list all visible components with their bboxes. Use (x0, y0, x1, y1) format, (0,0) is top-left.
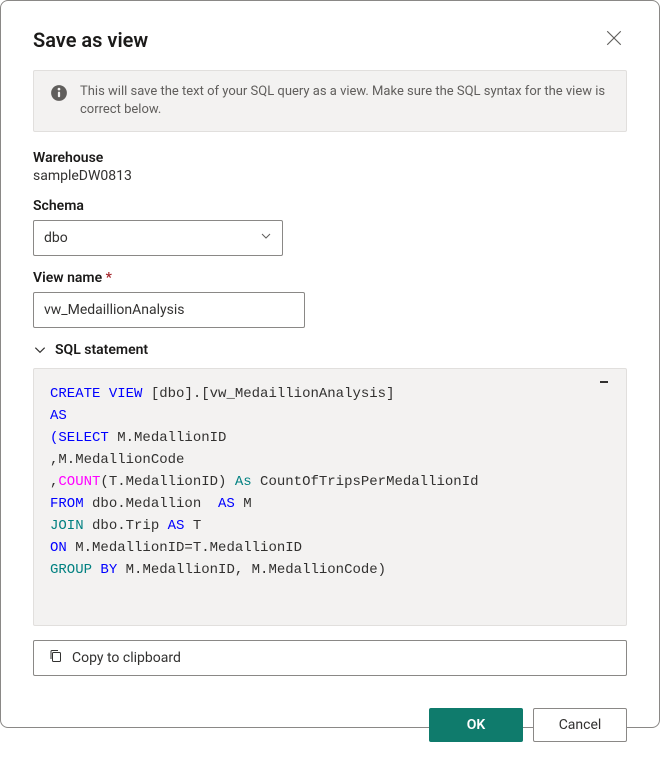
save-as-view-dialog: Save as view This will save the text of … (0, 0, 660, 728)
warehouse-value: sampleDW0813 (33, 168, 627, 184)
warehouse-label: Warehouse (33, 150, 627, 166)
dialog-footer: OK Cancel (1, 692, 659, 766)
copy-button-label: Copy to clipboard (72, 650, 181, 666)
copy-icon (48, 648, 64, 668)
view-name-input[interactable] (44, 302, 294, 318)
info-banner: This will save the text of your SQL quer… (33, 70, 627, 132)
close-button[interactable] (601, 25, 627, 54)
close-icon (605, 29, 623, 50)
schema-label: Schema (33, 198, 627, 214)
cancel-button[interactable]: Cancel (533, 708, 627, 742)
copy-to-clipboard-button[interactable]: Copy to clipboard (33, 640, 627, 676)
dialog-title: Save as view (33, 28, 148, 52)
sql-section-toggle[interactable]: SQL statement (33, 342, 627, 358)
chevron-down-icon (33, 343, 47, 357)
chevron-down-icon (260, 230, 272, 246)
info-icon (50, 84, 68, 102)
sql-statement-box[interactable]: CREATE VIEW [dbo].[vw_MedaillionAnalysis… (33, 368, 627, 626)
schema-select[interactable]: dbo (33, 220, 283, 256)
schema-selected-value: dbo (44, 230, 68, 246)
sql-section-label: SQL statement (55, 342, 148, 358)
info-message: This will save the text of your SQL quer… (80, 83, 610, 119)
dialog-header: Save as view (1, 1, 659, 70)
ok-button[interactable]: OK (429, 708, 523, 742)
text-cursor (600, 381, 608, 383)
required-asterisk: * (106, 270, 112, 286)
view-name-label: View name * (33, 270, 627, 286)
dialog-content: This will save the text of your SQL quer… (1, 70, 659, 692)
view-name-field-wrapper (33, 292, 305, 328)
